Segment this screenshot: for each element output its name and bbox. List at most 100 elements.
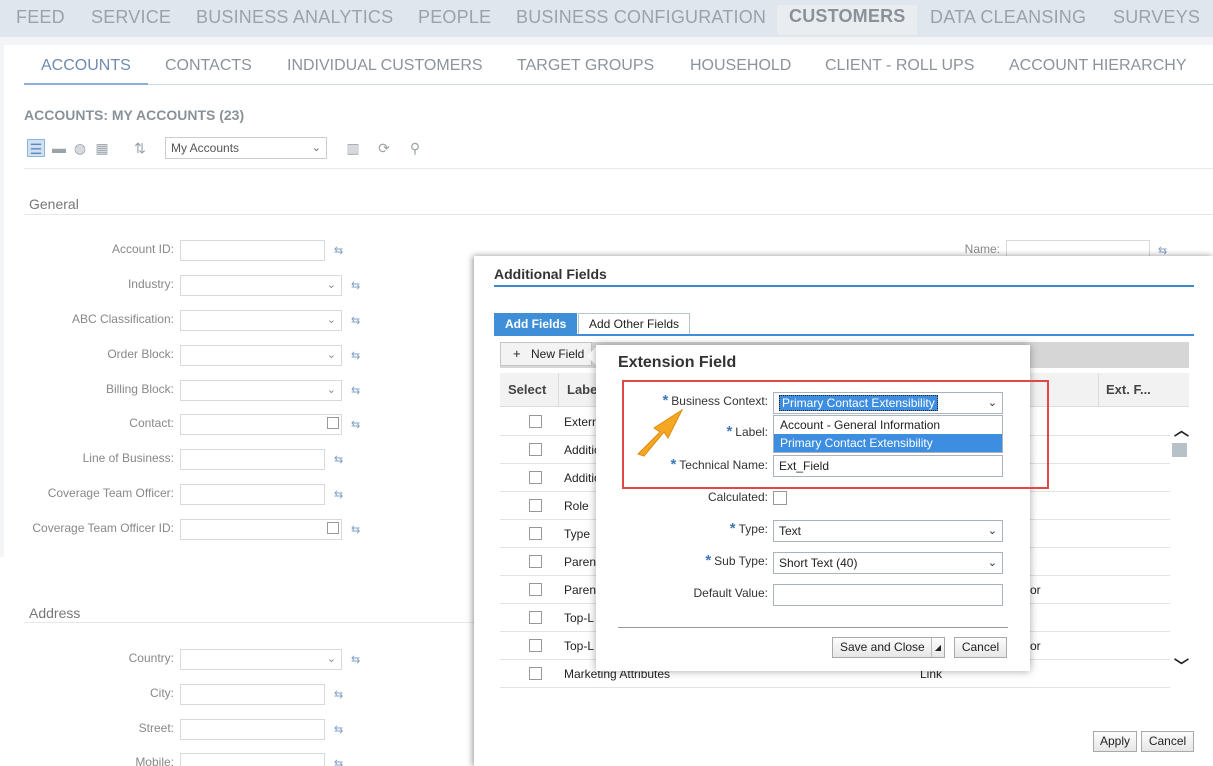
city-input[interactable]: [180, 684, 325, 705]
subtype-value: Short Text (40): [779, 556, 858, 570]
tab-account-hierarchy[interactable]: ACCOUNT HIERARCHY: [1009, 57, 1187, 75]
row-checkbox[interactable]: [529, 443, 542, 456]
arrow-annotation-icon: [637, 408, 684, 457]
row-checkbox[interactable]: [529, 415, 542, 428]
link-icon[interactable]: ⇆: [334, 453, 343, 466]
row-label: Type: [564, 527, 591, 541]
link-icon[interactable]: ⇆: [351, 418, 360, 431]
coverage-team-officer-label: Coverage Team Officer:: [47, 486, 174, 500]
line-of-business-label: Line of Business:: [82, 451, 174, 465]
nav-people[interactable]: PEOPLE: [418, 7, 491, 28]
row-checkbox[interactable]: [529, 555, 542, 568]
dialog-cancel-button[interactable]: Cancel: [1141, 731, 1194, 752]
globe-view-icon[interactable]: ◍: [71, 139, 89, 157]
column-ext-field[interactable]: Ext. F...: [1106, 382, 1151, 397]
link-icon[interactable]: ⇆: [351, 653, 360, 666]
apply-button[interactable]: Apply: [1093, 731, 1137, 752]
nav-business-configuration[interactable]: BUSINESS CONFIGURATION: [516, 7, 766, 28]
table-view-icon[interactable]: ▬: [50, 139, 68, 157]
value-help-icon[interactable]: [327, 417, 339, 429]
nav-data-cleansing[interactable]: DATA CLEANSING: [930, 7, 1086, 28]
row-checkbox[interactable]: [529, 611, 542, 624]
popup-cancel-button[interactable]: Cancel: [954, 637, 1007, 658]
dialog-title: Additional Fields: [494, 266, 607, 282]
nav-customers[interactable]: CUSTOMERS: [777, 5, 917, 35]
row-checkbox[interactable]: [529, 499, 542, 512]
list-view-icon[interactable]: ☰: [27, 139, 45, 157]
tab-divider: [494, 334, 1194, 336]
link-icon[interactable]: ⇆: [351, 279, 360, 292]
new-field-label: New Field: [531, 347, 585, 361]
link-icon[interactable]: ⇆: [351, 523, 360, 536]
columns-icon[interactable]: ▥: [344, 139, 362, 157]
link-icon[interactable]: ⇆: [334, 244, 343, 257]
tab-target-groups[interactable]: TARGET GROUPS: [517, 57, 654, 75]
value-help-icon[interactable]: [327, 522, 339, 534]
column-separator: [558, 373, 559, 407]
tab-client-roll-ups[interactable]: CLIENT - ROLL UPS: [825, 57, 974, 75]
new-field-button[interactable]: + New Field: [500, 342, 592, 366]
row-checkbox[interactable]: [529, 527, 542, 540]
column-select[interactable]: Select: [508, 382, 546, 397]
line-of-business-input[interactable]: [180, 449, 325, 470]
zoom-search-icon[interactable]: ⚲: [406, 139, 424, 157]
row-type: or: [1030, 639, 1041, 653]
link-icon[interactable]: ⇆: [334, 488, 343, 501]
save-and-close-button[interactable]: Save and Close ◢: [832, 637, 945, 658]
nav-separator: [4, 37, 1213, 45]
link-icon[interactable]: ⇆: [351, 314, 360, 327]
nav-surveys[interactable]: SURVEYS: [1113, 7, 1200, 28]
row-checkbox[interactable]: [529, 667, 542, 680]
order-block-select[interactable]: ⌄: [180, 345, 342, 366]
split-arrow-icon[interactable]: ◢: [930, 638, 941, 657]
row-checkbox[interactable]: [529, 639, 542, 652]
billing-block-select[interactable]: ⌄: [180, 380, 342, 401]
mobile-label: Mobile:: [135, 755, 174, 766]
abc-classification-select[interactable]: ⌄: [180, 310, 342, 331]
type-select[interactable]: Text ⌄: [773, 520, 1003, 542]
left-edge: [0, 37, 4, 557]
coverage-team-officer-id-input[interactable]: [180, 519, 342, 540]
subtype-select[interactable]: Short Text (40) ⌄: [773, 552, 1003, 574]
country-select[interactable]: ⌄: [180, 649, 342, 670]
grid-view-icon[interactable]: ▦: [93, 139, 111, 157]
tab-add-fields[interactable]: Add Fields: [494, 313, 578, 335]
nav-feed[interactable]: FEED: [16, 7, 65, 28]
link-icon[interactable]: ⇆: [334, 757, 343, 766]
chevron-down-icon: ⌄: [311, 142, 321, 154]
nav-business-analytics[interactable]: BUSINESS ANALYTICS: [196, 7, 393, 28]
extension-field-title: Extension Field: [618, 354, 737, 371]
link-icon[interactable]: ⇆: [334, 688, 343, 701]
sort-icon[interactable]: ⇅: [131, 139, 149, 157]
tab-household[interactable]: HOUSEHOLD: [690, 57, 791, 75]
calculated-checkbox[interactable]: [773, 491, 787, 505]
table-scrollbar[interactable]: ︿ ﹀: [1170, 407, 1189, 689]
account-id-input[interactable]: [180, 240, 325, 261]
mobile-input[interactable]: [180, 753, 325, 766]
street-input[interactable]: [180, 719, 325, 740]
tab-individual-customers[interactable]: INDIVIDUAL CUSTOMERS: [287, 57, 483, 75]
contact-input[interactable]: [180, 414, 342, 435]
industry-select[interactable]: ⌄: [180, 275, 342, 296]
street-label: Street:: [138, 721, 174, 735]
tab-contacts[interactable]: CONTACTS: [165, 57, 252, 75]
default-value-input[interactable]: [773, 584, 1003, 606]
coverage-team-officer-input[interactable]: [180, 484, 325, 505]
refresh-icon[interactable]: ⟳: [375, 139, 393, 157]
view-select[interactable]: My Accounts ⌄: [165, 137, 327, 159]
link-icon[interactable]: ⇆: [351, 349, 360, 362]
row-label: Top-L: [564, 611, 595, 625]
scroll-up-icon[interactable]: ︿: [1174, 419, 1189, 440]
link-icon[interactable]: ⇆: [334, 723, 343, 736]
tab-accounts[interactable]: ACCOUNTS: [41, 57, 131, 75]
tab-add-other-fields[interactable]: Add Other Fields: [578, 313, 691, 335]
chevron-down-icon: ⌄: [326, 653, 336, 665]
scroll-thumb[interactable]: [1172, 443, 1187, 457]
scroll-down-icon[interactable]: ﹀: [1174, 655, 1189, 676]
chevron-down-icon: ⌄: [987, 525, 997, 537]
coverage-team-officer-id-label: Coverage Team Officer ID:: [32, 521, 174, 535]
nav-service[interactable]: SERVICE: [91, 7, 171, 28]
row-checkbox[interactable]: [529, 583, 542, 596]
row-checkbox[interactable]: [529, 471, 542, 484]
link-icon[interactable]: ⇆: [351, 384, 360, 397]
